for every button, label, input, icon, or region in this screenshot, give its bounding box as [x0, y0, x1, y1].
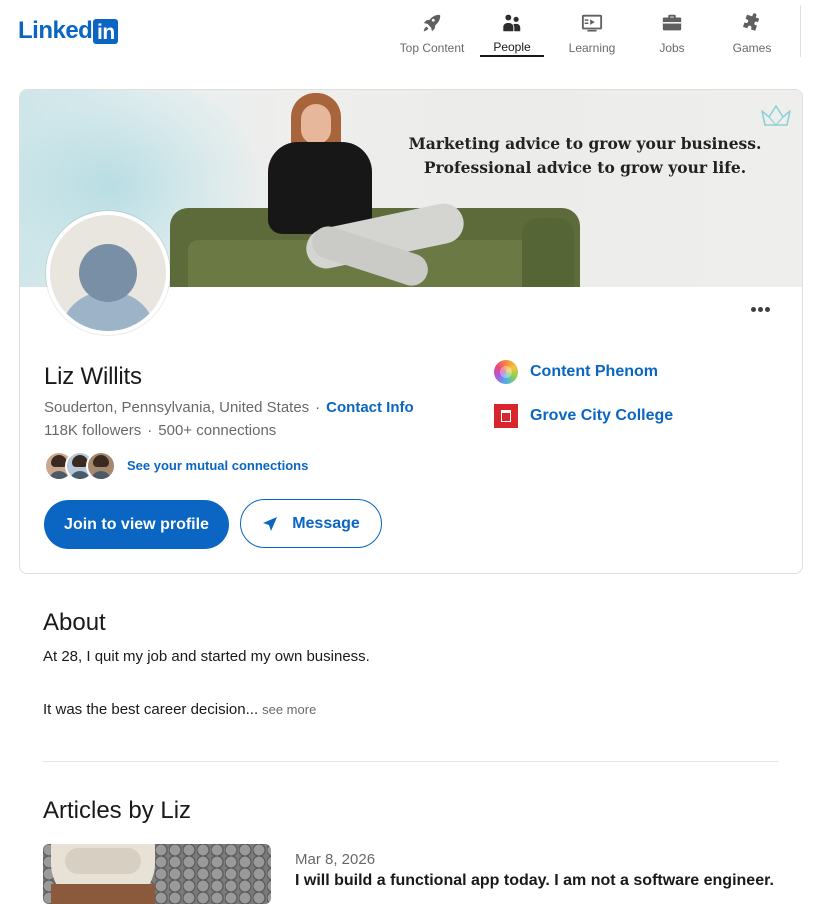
- thumbnail-cup-sleeve: [51, 884, 155, 904]
- nav-label: Games: [732, 41, 772, 55]
- nav-people[interactable]: People: [472, 8, 552, 57]
- separator-dot: ·: [315, 399, 321, 416]
- mutual-connections-label: See your mutual connections: [127, 458, 309, 473]
- message-label: Message: [292, 514, 360, 532]
- avatar-placeholder: [50, 215, 166, 331]
- logo-wordmark: Linked: [18, 17, 93, 44]
- separator-dot: ·: [147, 422, 153, 439]
- section-divider: [43, 761, 779, 762]
- mutual-avatar: [86, 451, 116, 481]
- location-row: Souderton, Pennsylvania, United States · C…: [44, 398, 414, 418]
- main-nav: Top Content People Learning Jobs Games: [392, 8, 792, 57]
- about-snippet: It was the best career decision...: [43, 701, 259, 718]
- banner-person-body: [268, 142, 372, 234]
- nav-label: People: [493, 40, 531, 54]
- contact-info-link[interactable]: Contact Info: [326, 399, 414, 416]
- article-thumbnail[interactable]: [43, 844, 271, 904]
- profile-avatar[interactable]: [46, 211, 170, 335]
- logo-badge: in: [93, 18, 119, 44]
- banner-person-face: [301, 104, 331, 144]
- connections-count: 500+ connections: [158, 422, 277, 439]
- linkedin-logo[interactable]: Linked in: [18, 17, 119, 45]
- banner-sofa-arm: [522, 218, 574, 287]
- nav-learning[interactable]: Learning: [552, 8, 632, 56]
- thumbnail-cup-lid: [65, 848, 141, 874]
- send-icon: [263, 516, 278, 531]
- more-options-icon[interactable]: [750, 303, 780, 317]
- profile-name: Liz Willits: [44, 363, 142, 390]
- about-heading: About: [43, 609, 106, 636]
- articles-heading: Articles by Liz: [43, 797, 192, 824]
- stats-row: 118K followers · 500+ connections: [44, 421, 276, 441]
- nav-label: Jobs: [659, 41, 685, 55]
- nav-games[interactable]: Games: [712, 8, 792, 56]
- about-line-2: It was the best career decision... see mo…: [43, 700, 316, 720]
- followers-count: 118K followers: [44, 422, 142, 439]
- see-more-link[interactable]: see more: [262, 702, 316, 717]
- mutual-connections-link[interactable]: See your mutual connections: [44, 451, 308, 481]
- profile-location: Souderton, Pennsylvania, United States: [44, 399, 310, 416]
- article-date: Mar 8, 2026: [295, 851, 376, 868]
- puzzle-icon: [743, 13, 760, 31]
- about-line-1: At 28, I quit my job and started my own …: [43, 648, 370, 665]
- company-content-phenom[interactable]: Content Phenom: [494, 360, 658, 384]
- content-phenom-logo: [494, 360, 518, 384]
- video-icon: [581, 14, 603, 32]
- nav-divider: [800, 5, 801, 57]
- join-to-view-profile-button[interactable]: Join to view profile: [44, 500, 229, 549]
- school-grove-city-college[interactable]: Grove City College: [494, 404, 673, 428]
- grove-city-college-logo: [494, 404, 518, 428]
- nav-label: Learning: [568, 41, 616, 55]
- banner-tagline-line2: Professional advice to grow your life.: [423, 158, 747, 177]
- message-button[interactable]: Message: [240, 499, 382, 548]
- nav-label: Top Content: [399, 41, 465, 55]
- company-name: Content Phenom: [530, 363, 658, 380]
- briefcase-icon: [662, 14, 682, 31]
- top-navigation: Linked in Top Content People Learning Jo…: [0, 0, 813, 60]
- school-name: Grove City College: [530, 407, 674, 424]
- profile-card: Marketing advice to grow your business. …: [19, 89, 803, 574]
- people-icon: [503, 14, 521, 32]
- banner-tagline: Marketing advice to grow your business. …: [405, 132, 765, 180]
- crown-icon: [761, 105, 791, 126]
- banner-tagline-line1: Marketing advice to grow your business.: [408, 134, 762, 153]
- avatar-head: [79, 244, 137, 302]
- article-title-link[interactable]: I will build a functional app today. I a…: [295, 871, 774, 891]
- nav-top-content[interactable]: Top Content: [392, 8, 472, 56]
- rocket-icon: [423, 14, 441, 32]
- nav-jobs[interactable]: Jobs: [632, 8, 712, 56]
